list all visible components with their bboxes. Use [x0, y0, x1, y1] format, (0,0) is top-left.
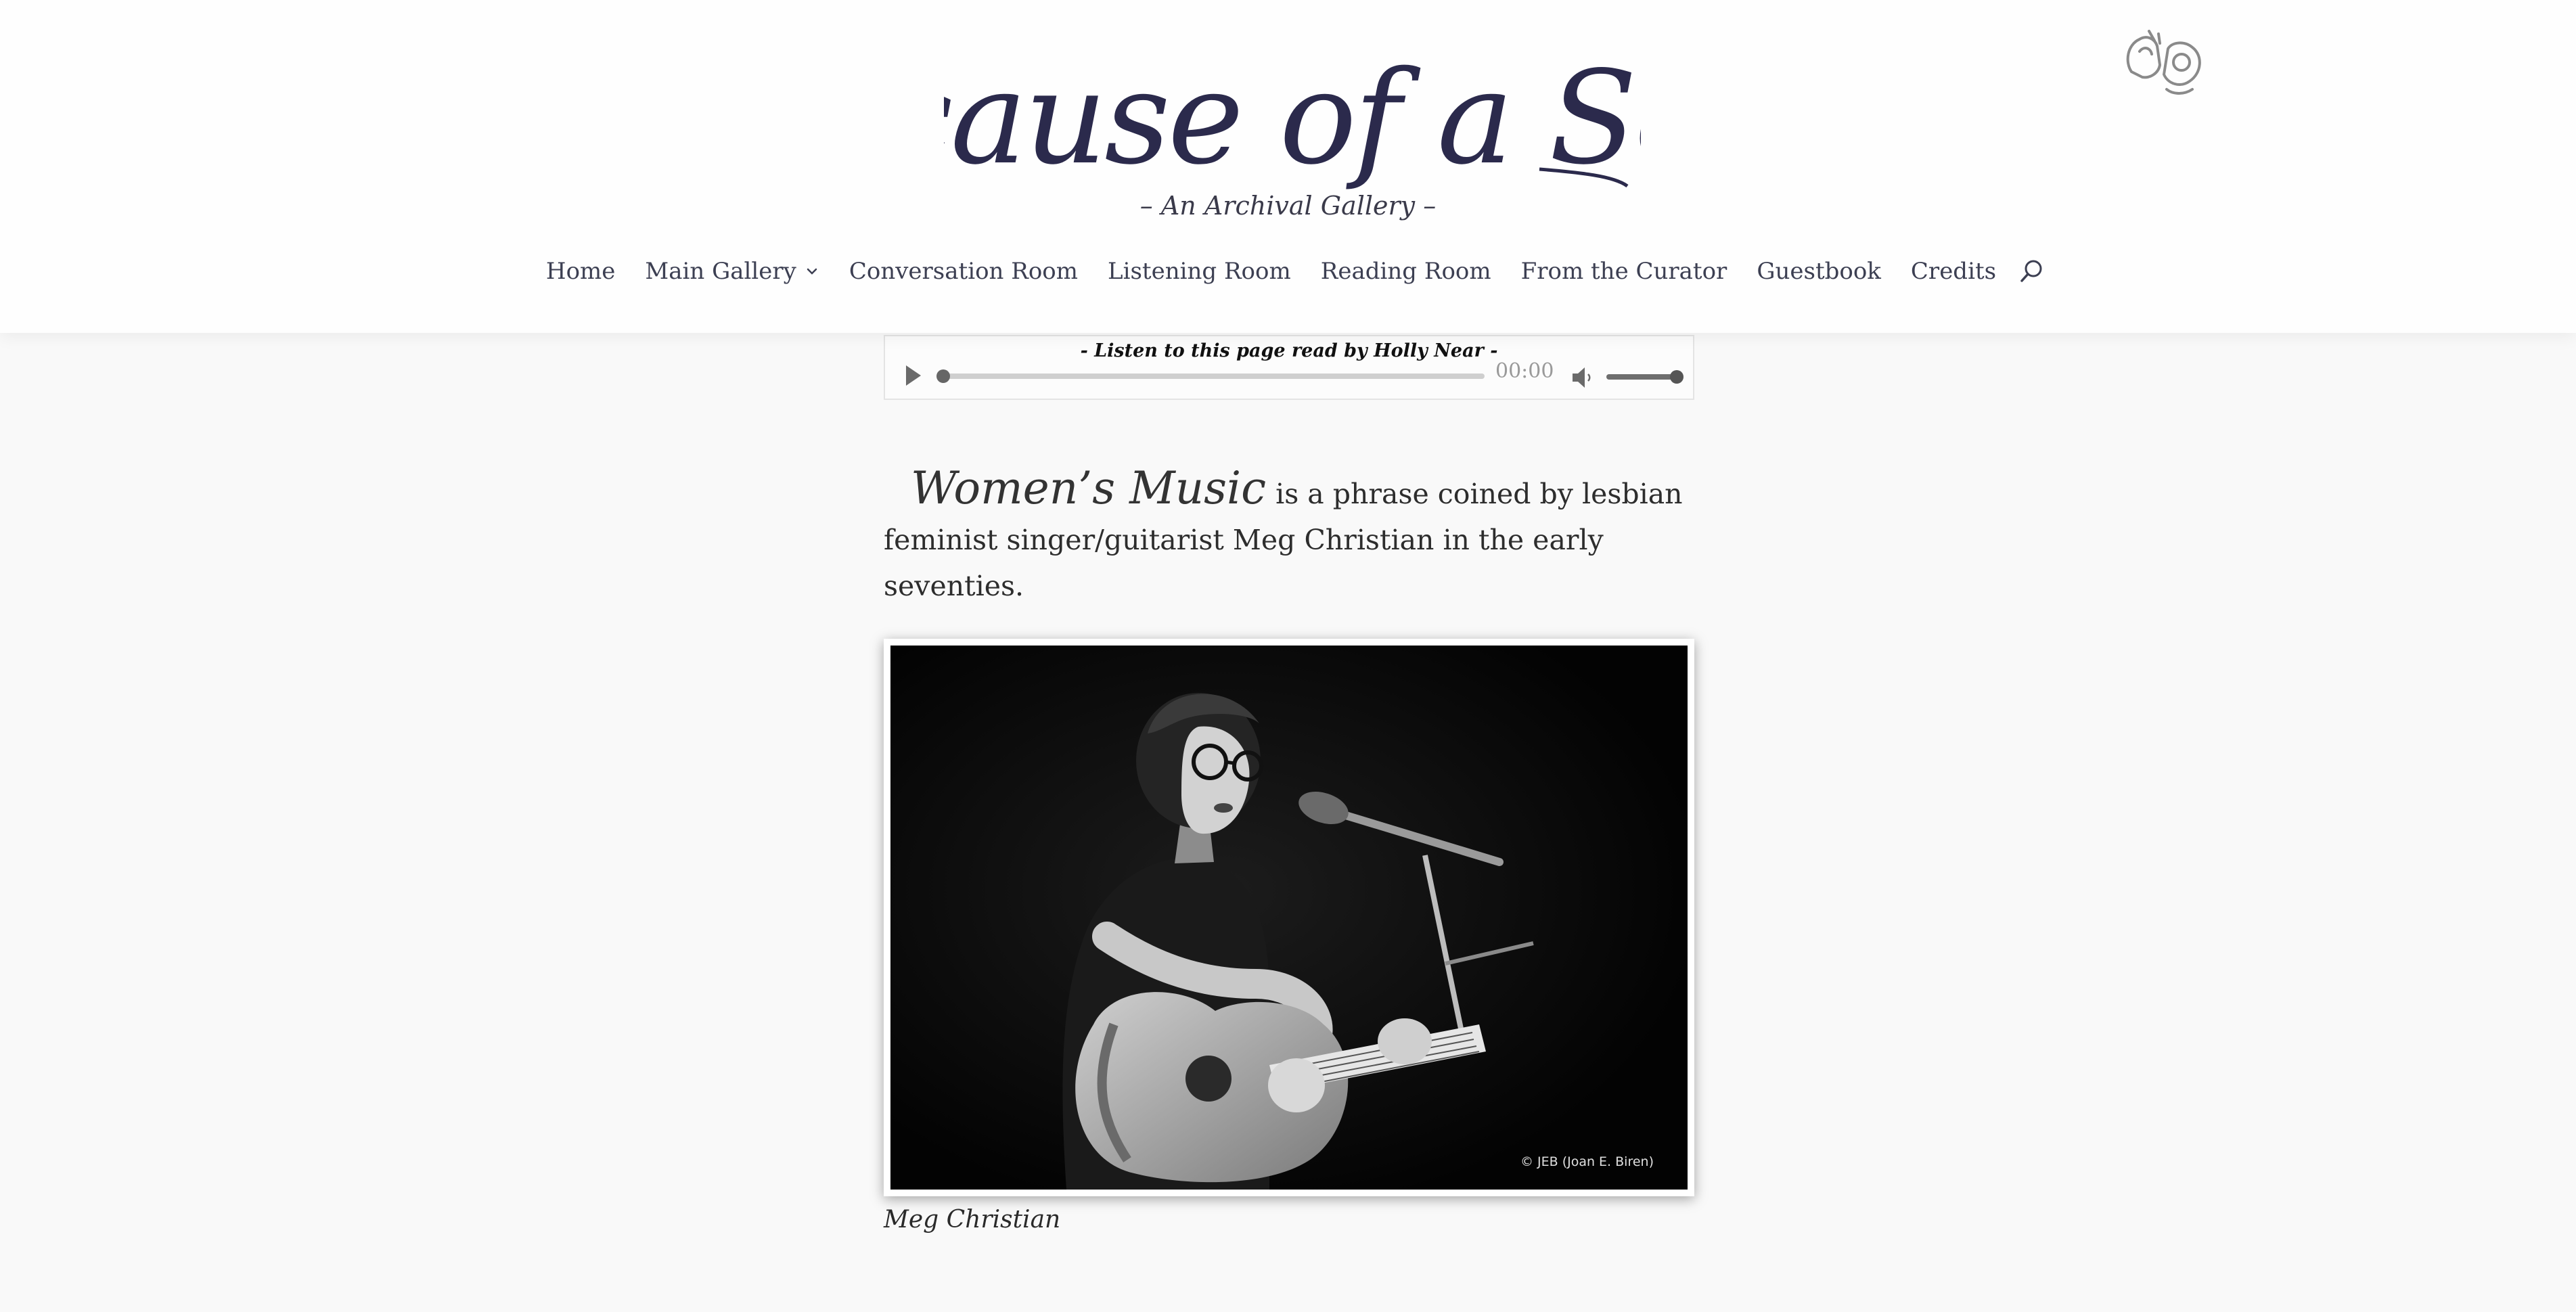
volume-handle[interactable]	[1670, 370, 1684, 384]
site-tagline: – An Archival Gallery –	[1139, 191, 1437, 221]
nav-item-listening-room[interactable]: Listening Room	[1093, 258, 1306, 285]
volume-icon[interactable]	[1570, 365, 1596, 390]
audio-time: 00:00	[1495, 359, 1554, 383]
audio-player: - Listen to this page read by Holly Near…	[884, 335, 1694, 400]
nav-item-guestbook[interactable]: Guestbook	[1742, 258, 1896, 285]
nav-item-from-the-curator[interactable]: From the Curator	[1506, 258, 1742, 285]
nav-item-label: Listening Room	[1108, 258, 1291, 285]
nav-item-home[interactable]: Home	[531, 258, 630, 285]
intro-emphasis: Women’s Music	[911, 462, 1267, 514]
nav-item-credits[interactable]: Credits	[1896, 258, 2011, 285]
audio-progress-bar[interactable]	[936, 369, 1485, 383]
nav-item-label: Conversation Room	[849, 258, 1079, 285]
site-header: Because of a Song – An Archival Gallery …	[0, 0, 2576, 333]
site-logo[interactable]: Because of a Song	[944, 27, 1641, 203]
chevron-down-icon	[807, 268, 817, 275]
photo-caption: Meg Christian	[884, 1206, 1061, 1234]
performer-illustration	[890, 646, 1688, 1190]
main-nav: Home Main Gallery Conversation Room List…	[0, 250, 2576, 292]
play-icon[interactable]	[904, 363, 923, 388]
site-title[interactable]: Because of a Song	[944, 43, 1641, 193]
nav-item-label: From the Curator	[1520, 258, 1727, 285]
audio-caption: - Listen to this page read by Holly Near…	[1080, 340, 1498, 361]
asl-hands-icon[interactable]	[2119, 24, 2207, 99]
photo-frame: © JEB (Joan E. Biren)	[884, 639, 1694, 1196]
nav-item-label: Reading Room	[1320, 258, 1491, 285]
nav-item-reading-room[interactable]: Reading Room	[1306, 258, 1506, 285]
nav-item-conversation-room[interactable]: Conversation Room	[834, 258, 1093, 285]
nav-item-label: Guestbook	[1757, 258, 1881, 285]
nav-item-label: Credits	[1910, 258, 1997, 285]
intro-paragraph: Women’s Music is a phrase coined by lesbi…	[884, 466, 1696, 609]
nav-item-label: Main Gallery	[645, 258, 796, 285]
volume-level	[1606, 374, 1677, 380]
volume-slider[interactable]	[1606, 370, 1684, 384]
search-icon[interactable]	[2018, 258, 2045, 285]
photo-credit: © JEB (Joan E. Biren)	[1520, 1154, 1654, 1169]
meg-christian-photo[interactable]: © JEB (Joan E. Biren)	[890, 646, 1688, 1190]
nav-item-main-gallery[interactable]: Main Gallery	[630, 258, 834, 285]
audio-progress-handle[interactable]	[936, 369, 950, 383]
nav-item-label: Home	[545, 258, 616, 285]
